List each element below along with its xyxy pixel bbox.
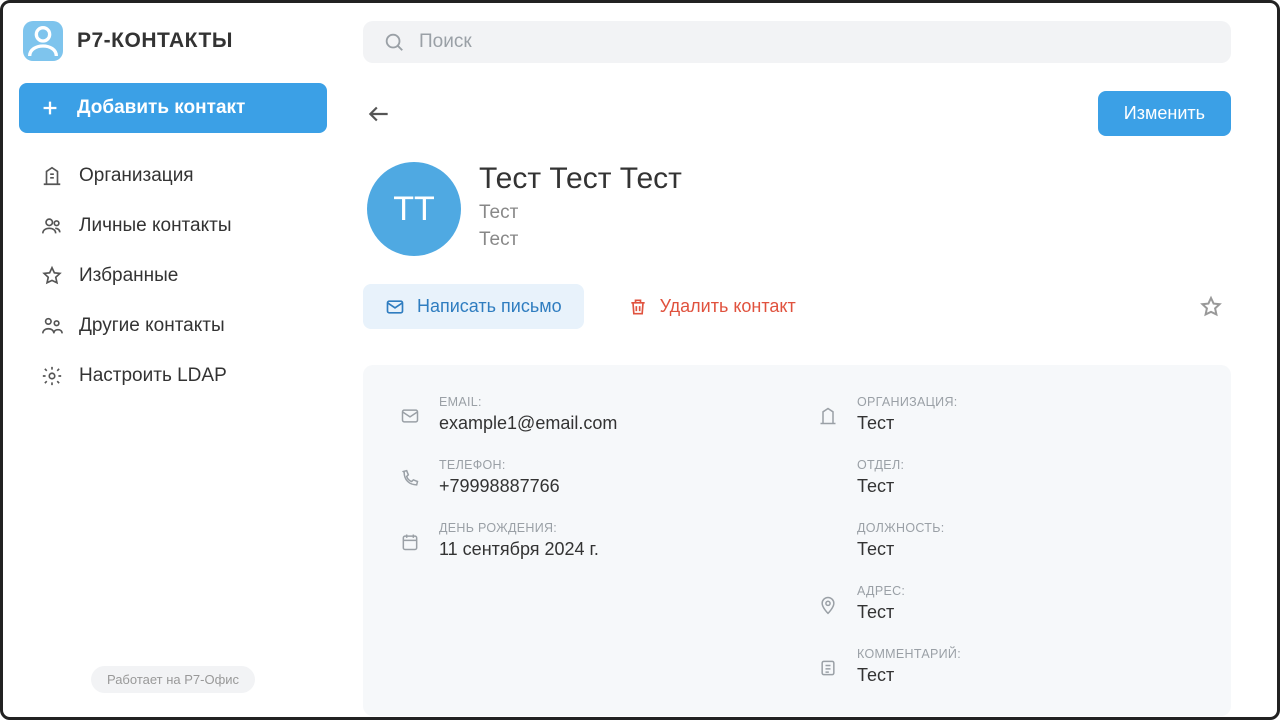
write-email-button[interactable]: Написать письмо	[363, 284, 584, 329]
group-icon	[41, 315, 63, 337]
delete-contact-label: Удалить контакт	[660, 296, 796, 317]
contact-subtitle-1: Тест	[479, 200, 682, 227]
brand-title: Р7-КОНТАКТЫ	[77, 29, 233, 53]
sidebar-item-label: Организация	[79, 165, 194, 187]
mail-icon	[399, 405, 421, 427]
sidebar-item-organization[interactable]: Организация	[19, 153, 327, 199]
contact-subtitle-2: Тест	[479, 227, 682, 254]
field-label: ОТДЕЛ:	[857, 458, 1195, 472]
building-icon	[41, 165, 63, 187]
search-icon	[383, 31, 405, 53]
brand: Р7-КОНТАКТЫ	[19, 21, 327, 61]
details-right-column: ОРГАНИЗАЦИЯ: Тест ОТДЕЛ: Тест ДОЛЖНОСТЬ:	[817, 395, 1195, 686]
mail-icon	[385, 297, 405, 317]
details-left-column: EMAIL: example1@email.com ТЕЛЕФОН: +7999…	[399, 395, 777, 686]
write-email-label: Написать письмо	[417, 296, 562, 317]
calendar-icon	[399, 531, 421, 553]
sidebar-nav: Организация Личные контакты Избранные Др…	[19, 153, 327, 399]
back-button[interactable]	[363, 98, 395, 130]
powered-by: Работает на Р7-Офис	[91, 666, 255, 693]
sidebar-item-ldap[interactable]: Настроить LDAP	[19, 353, 327, 399]
arrow-left-icon	[366, 101, 392, 127]
brand-logo-icon	[23, 21, 63, 61]
field-value: +79998887766	[439, 476, 777, 497]
field-label: ОРГАНИЗАЦИЯ:	[857, 395, 1195, 409]
toolbar: Изменить	[363, 91, 1231, 136]
users-icon	[41, 215, 63, 237]
sidebar: Р7-КОНТАКТЫ Добавить контакт Организация…	[3, 3, 343, 717]
avatar: ТТ	[367, 162, 461, 256]
field-label: ДЕНЬ РОЖДЕНИЯ:	[439, 521, 777, 535]
field-label: ДОЛЖНОСТЬ:	[857, 521, 1195, 535]
field-label: АДРЕС:	[857, 584, 1195, 598]
contact-name: Тест Тест Тест	[479, 162, 682, 196]
add-contact-button[interactable]: Добавить контакт	[19, 83, 327, 133]
contact-name-block: Тест Тест Тест Тест Тест	[479, 162, 682, 253]
star-icon	[41, 265, 63, 287]
field-value: Тест	[857, 665, 1195, 686]
add-contact-label: Добавить контакт	[77, 97, 245, 119]
details-card: EMAIL: example1@email.com ТЕЛЕФОН: +7999…	[363, 365, 1231, 716]
sidebar-item-label: Другие контакты	[79, 315, 225, 337]
field-value: example1@email.com	[439, 413, 777, 434]
field-value: Тест	[857, 539, 1195, 560]
gear-icon	[41, 365, 63, 387]
edit-button[interactable]: Изменить	[1098, 91, 1231, 136]
field-value: Тест	[857, 602, 1195, 623]
sidebar-item-label: Личные контакты	[79, 215, 232, 237]
field-email: EMAIL: example1@email.com	[399, 395, 777, 434]
actions-row: Написать письмо Удалить контакт	[363, 284, 1231, 329]
delete-contact-button[interactable]: Удалить контакт	[606, 284, 818, 329]
field-value: Тест	[857, 476, 1195, 497]
field-label: ТЕЛЕФОН:	[439, 458, 777, 472]
field-label: КОММЕНТАРИЙ:	[857, 647, 1195, 661]
field-position: ДОЛЖНОСТЬ: Тест	[817, 521, 1195, 560]
main-content: Изменить ТТ Тест Тест Тест Тест Тест Нап…	[343, 3, 1277, 717]
field-birthday: ДЕНЬ РОЖДЕНИЯ: 11 сентября 2024 г.	[399, 521, 777, 560]
field-organization: ОРГАНИЗАЦИЯ: Тест	[817, 395, 1195, 434]
contact-header: ТТ Тест Тест Тест Тест Тест	[363, 162, 1231, 256]
trash-icon	[628, 297, 648, 317]
favorite-button[interactable]	[1197, 293, 1225, 321]
field-label: EMAIL:	[439, 395, 777, 409]
phone-icon	[399, 468, 421, 490]
sidebar-item-favorites[interactable]: Избранные	[19, 253, 327, 299]
sidebar-item-label: Настроить LDAP	[79, 365, 227, 387]
field-phone: ТЕЛЕФОН: +79998887766	[399, 458, 777, 497]
sidebar-item-other[interactable]: Другие контакты	[19, 303, 327, 349]
star-outline-icon	[1199, 295, 1223, 319]
field-value: Тест	[857, 413, 1195, 434]
building-icon	[817, 405, 839, 427]
field-department: ОТДЕЛ: Тест	[817, 458, 1195, 497]
field-comment: КОММЕНТАРИЙ: Тест	[817, 647, 1195, 686]
pin-icon	[817, 594, 839, 616]
field-value: 11 сентября 2024 г.	[439, 539, 777, 560]
plus-icon	[39, 97, 61, 119]
sidebar-item-personal[interactable]: Личные контакты	[19, 203, 327, 249]
search-input[interactable]	[419, 31, 1211, 53]
sidebar-item-label: Избранные	[79, 265, 178, 287]
search-box[interactable]	[363, 21, 1231, 63]
note-icon	[817, 657, 839, 679]
field-address: АДРЕС: Тест	[817, 584, 1195, 623]
